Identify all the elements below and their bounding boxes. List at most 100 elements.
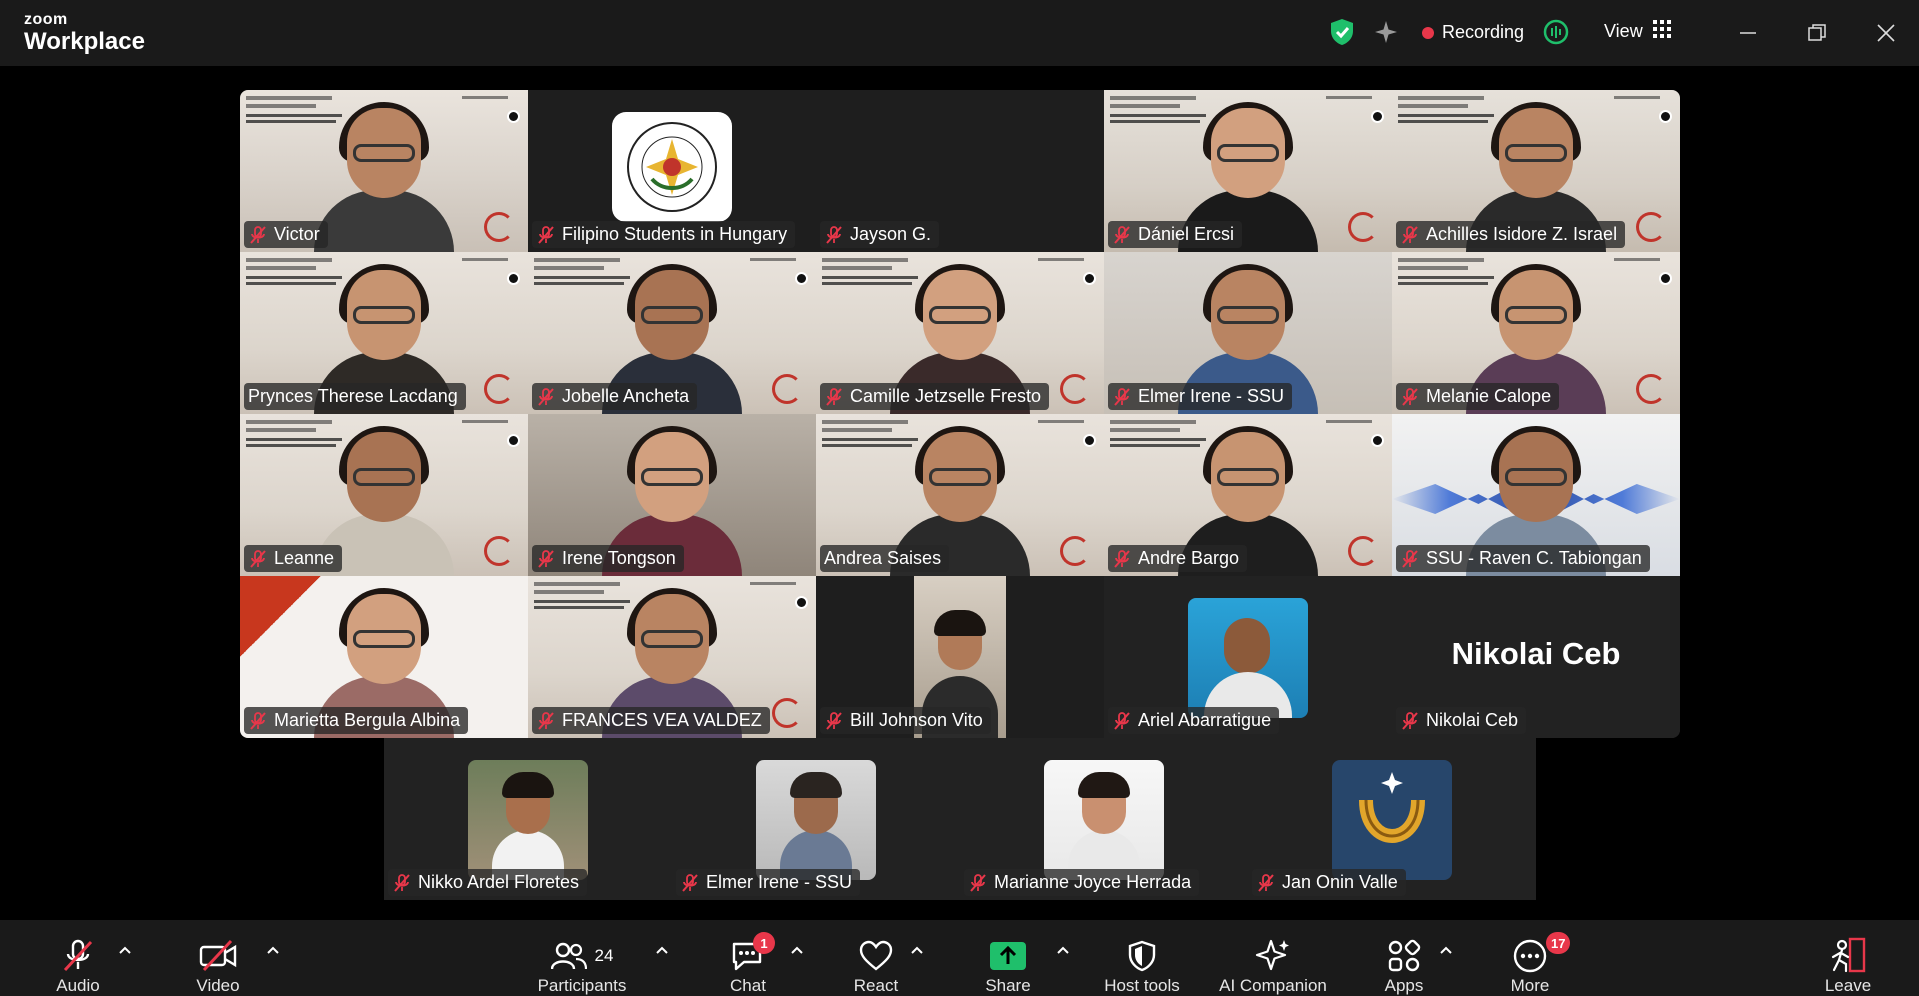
video-options-caret-icon[interactable] bbox=[265, 942, 281, 958]
participant-tile[interactable]: Prynces Therese Lacdang bbox=[240, 252, 528, 414]
video-off-icon bbox=[198, 936, 238, 976]
minimize-icon[interactable] bbox=[1731, 16, 1765, 50]
leave-button[interactable]: Leave bbox=[1818, 920, 1878, 996]
heart-icon bbox=[858, 936, 894, 976]
chat-unread-badge: 1 bbox=[753, 932, 775, 954]
participant-tile[interactable]: FRANCES VEA VALDEZ bbox=[528, 576, 816, 738]
microphone-muted-icon bbox=[1402, 549, 1418, 568]
bottom-row-panel: Nikko Ardel Floretes Elmer Irene - SSU Mar… bbox=[384, 738, 1536, 900]
share-label: Share bbox=[985, 976, 1031, 995]
participants-options-caret-icon[interactable] bbox=[654, 942, 670, 958]
ai-summary-icon[interactable] bbox=[1542, 18, 1570, 46]
participant-name-tag: Jan Onin Valle bbox=[1252, 869, 1406, 896]
participant-tile[interactable]: Jan Onin Valle bbox=[1248, 738, 1536, 900]
host-tools-button[interactable]: Host tools bbox=[1092, 920, 1192, 996]
more-button[interactable]: More bbox=[1498, 920, 1562, 996]
participant-name-tag: Dániel Ercsi bbox=[1108, 221, 1243, 248]
audio-button[interactable]: Audio bbox=[48, 920, 108, 996]
organization-logo-icon bbox=[1636, 374, 1666, 404]
participant-tile[interactable]: Irene Tongson bbox=[528, 414, 816, 576]
participant-name-tag: Irene Tongson bbox=[532, 545, 684, 572]
microphone-muted-icon bbox=[1114, 711, 1130, 730]
participant-tile[interactable]: Andre Bargo bbox=[1104, 414, 1392, 576]
apps-options-caret-icon[interactable] bbox=[1438, 942, 1454, 958]
organization-logo-icon bbox=[484, 212, 514, 242]
chat-button[interactable]: Chat bbox=[716, 920, 780, 996]
participant-name-tag: SSU - Raven C. Tabiongan bbox=[1396, 545, 1650, 572]
video-button[interactable]: Video bbox=[188, 920, 248, 996]
chat-options-caret-icon[interactable] bbox=[789, 942, 805, 958]
microphone-muted-icon bbox=[250, 549, 266, 568]
participant-name: Jobelle Ancheta bbox=[562, 386, 690, 406]
participant-tile[interactable]: Filipino Students in Hungary bbox=[528, 90, 816, 252]
participant-name-tag: Ariel Abarratigue bbox=[1108, 707, 1280, 734]
participant-name: Elmer Irene - SSU bbox=[706, 872, 853, 892]
participant-tile[interactable]: Victor bbox=[240, 90, 528, 252]
title-bar: zoom Workplace Recording View bbox=[0, 0, 1919, 66]
participants-button[interactable]: 24 Participants bbox=[530, 920, 634, 996]
microphone-muted-icon bbox=[826, 225, 842, 244]
participant-name: Prynces Therese Lacdang bbox=[248, 386, 458, 406]
participant-tile[interactable]: Marianne Joyce Herrada bbox=[960, 738, 1248, 900]
participant-name-tag: Filipino Students in Hungary bbox=[532, 221, 796, 248]
organization-logo-icon bbox=[484, 374, 514, 404]
participant-tile[interactable]: Leanne bbox=[240, 414, 528, 576]
participant-name: Bill Johnson Vito bbox=[850, 710, 983, 730]
video-gallery: Victor Filipino Students in Hungary Jayson… bbox=[0, 66, 1919, 920]
participant-name-tag: Jayson G. bbox=[820, 221, 940, 248]
microphone-muted-icon bbox=[250, 225, 266, 244]
more-label: More bbox=[1510, 976, 1550, 995]
ai-companion-button[interactable]: AI Companion bbox=[1210, 920, 1336, 996]
restore-icon[interactable] bbox=[1800, 16, 1834, 50]
participant-tile[interactable]: Dániel Ercsi bbox=[1104, 90, 1392, 252]
ai-sparkle-icon[interactable] bbox=[1372, 18, 1400, 46]
audio-options-caret-icon[interactable] bbox=[117, 942, 133, 958]
participant-name-tag: Bill Johnson Vito bbox=[820, 707, 991, 734]
recording-status-icon bbox=[1083, 272, 1096, 285]
participant-tile[interactable]: Ariel Abarratigue bbox=[1104, 576, 1392, 738]
share-options-caret-icon[interactable] bbox=[1055, 942, 1071, 958]
organization-logo-icon bbox=[1060, 374, 1090, 404]
apps-button[interactable]: Apps bbox=[1374, 920, 1434, 996]
organization-logo-icon bbox=[484, 536, 514, 566]
participant-tile[interactable]: Elmer Irene - SSU bbox=[672, 738, 960, 900]
participant-name: Victor bbox=[274, 224, 320, 244]
participant-name: Achilles Isidore Z. Israel bbox=[1426, 224, 1618, 244]
participant-tile[interactable]: Marietta Bergula Albina bbox=[240, 576, 528, 738]
logo-workplace-text: Workplace bbox=[24, 28, 145, 55]
audio-label: Audio bbox=[56, 976, 100, 995]
microphone-muted-icon bbox=[250, 711, 266, 730]
participant-tile[interactable]: Nikko Ardel Floretes bbox=[384, 738, 672, 900]
apps-label: Apps bbox=[1384, 976, 1424, 995]
participant-tile[interactable]: Elmer Irene - SSU bbox=[1104, 252, 1392, 414]
participant-tile[interactable]: Camille Jetzselle Fresto bbox=[816, 252, 1104, 414]
microphone-muted-icon bbox=[826, 711, 842, 730]
participant-name: Melanie Calope bbox=[1426, 386, 1552, 406]
leave-door-icon bbox=[1828, 936, 1868, 976]
close-icon[interactable] bbox=[1869, 16, 1903, 50]
apps-icon bbox=[1387, 936, 1421, 976]
react-options-caret-icon[interactable] bbox=[909, 942, 925, 958]
recording-status-icon bbox=[1371, 434, 1384, 447]
participant-tile[interactable]: Bill Johnson Vito bbox=[816, 576, 1104, 738]
react-button[interactable]: React bbox=[844, 920, 908, 996]
view-button[interactable]: View bbox=[1604, 20, 1671, 43]
participant-tile[interactable]: Andrea Saises bbox=[816, 414, 1104, 576]
participant-name-tag: Jobelle Ancheta bbox=[532, 383, 698, 410]
microphone-muted-icon bbox=[1402, 711, 1418, 730]
participant-tile[interactable]: Nikolai Ceb Nikolai Ceb bbox=[1392, 576, 1680, 738]
participant-tile[interactable]: Melanie Calope bbox=[1392, 252, 1680, 414]
organization-logo-icon bbox=[772, 698, 802, 728]
avatar bbox=[756, 760, 876, 880]
share-button[interactable]: Share bbox=[976, 920, 1040, 996]
organization-logo-icon bbox=[772, 374, 802, 404]
more-notification-badge: 17 bbox=[1546, 932, 1571, 954]
participant-tile[interactable]: Jayson G. bbox=[816, 90, 1104, 252]
participant-tile[interactable]: Achilles Isidore Z. Israel bbox=[1392, 90, 1680, 252]
shield-check-icon[interactable] bbox=[1328, 18, 1356, 46]
participant-name: Ariel Abarratigue bbox=[1138, 710, 1272, 730]
microphone-muted-icon bbox=[1402, 225, 1418, 244]
participant-tile[interactable]: SSU - Raven C. Tabiongan bbox=[1392, 414, 1680, 576]
recording-indicator[interactable]: Recording bbox=[1422, 22, 1524, 43]
participant-tile[interactable]: Jobelle Ancheta bbox=[528, 252, 816, 414]
